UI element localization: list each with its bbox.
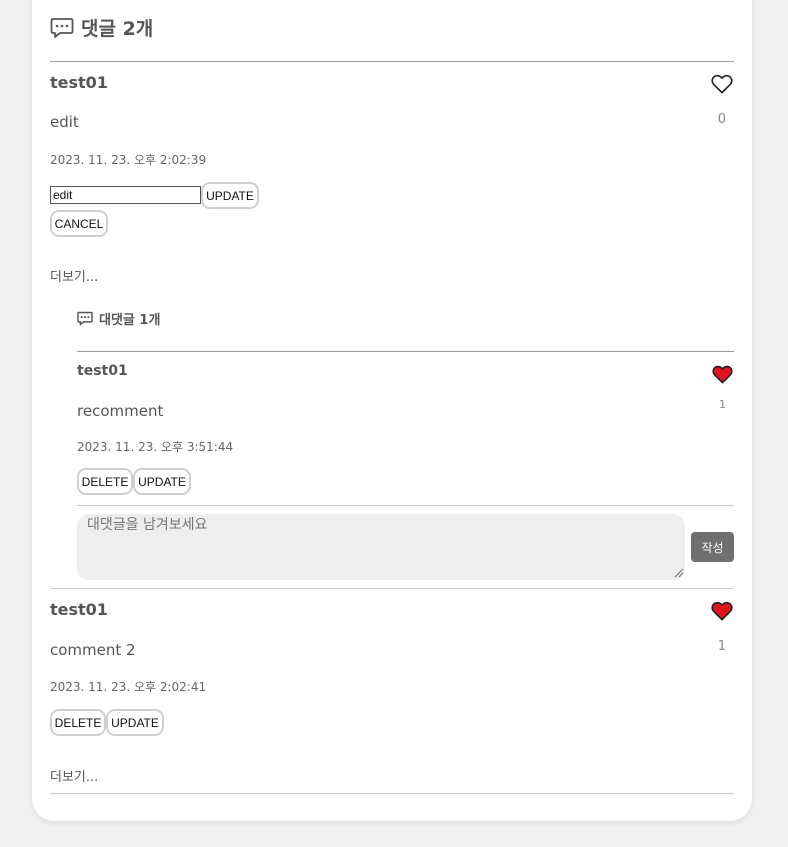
heart-icon[interactable] — [711, 74, 733, 94]
edit-comment-input[interactable] — [50, 186, 201, 204]
heart-icon[interactable] — [712, 365, 733, 384]
comments-header: 댓글 2개 — [50, 14, 153, 41]
comment-author: test01 — [50, 73, 108, 92]
divider — [50, 61, 734, 62]
resize-handle-icon[interactable] — [674, 568, 684, 578]
delete-button[interactable]: DELETE — [50, 709, 106, 736]
reply-submit-button[interactable]: 작성 — [691, 532, 734, 562]
divider — [50, 588, 734, 589]
speech-bubble-icon — [77, 311, 93, 326]
more-link[interactable]: 더보기... — [50, 766, 98, 785]
update-button[interactable]: UPDATE — [201, 182, 259, 209]
replies-header: 대댓글 1개 — [77, 309, 160, 328]
reply-input[interactable] — [77, 514, 685, 580]
like-count: 1 — [717, 639, 726, 654]
comment-date: 2023. 11. 23. 오후 2:02:41 — [50, 680, 207, 694]
comments-title: 댓글 2개 — [81, 18, 154, 40]
replies-title: 대댓글 1개 — [99, 313, 161, 328]
divider — [50, 793, 734, 794]
reply-author: test01 — [77, 363, 128, 379]
comment-body: edit — [50, 113, 79, 131]
comment-author: test01 — [50, 600, 108, 619]
delete-button[interactable]: DELETE — [77, 468, 133, 495]
speech-bubble-icon — [50, 17, 74, 38]
update-button[interactable]: UPDATE — [106, 709, 164, 736]
comment-date: 2023. 11. 23. 오후 2:02:39 — [50, 153, 207, 167]
divider — [77, 351, 734, 352]
comment-body: comment 2 — [50, 641, 136, 659]
cancel-button[interactable]: CANCEL — [50, 210, 108, 237]
more-link[interactable]: 더보기... — [50, 266, 98, 285]
like-count: 0 — [717, 112, 726, 127]
like-count: 1 — [719, 398, 726, 411]
divider — [77, 505, 734, 506]
reply-date: 2023. 11. 23. 오후 3:51:44 — [77, 440, 234, 454]
reply-body: recomment — [77, 402, 164, 420]
update-button[interactable]: UPDATE — [133, 468, 191, 495]
heart-icon[interactable] — [711, 601, 733, 621]
